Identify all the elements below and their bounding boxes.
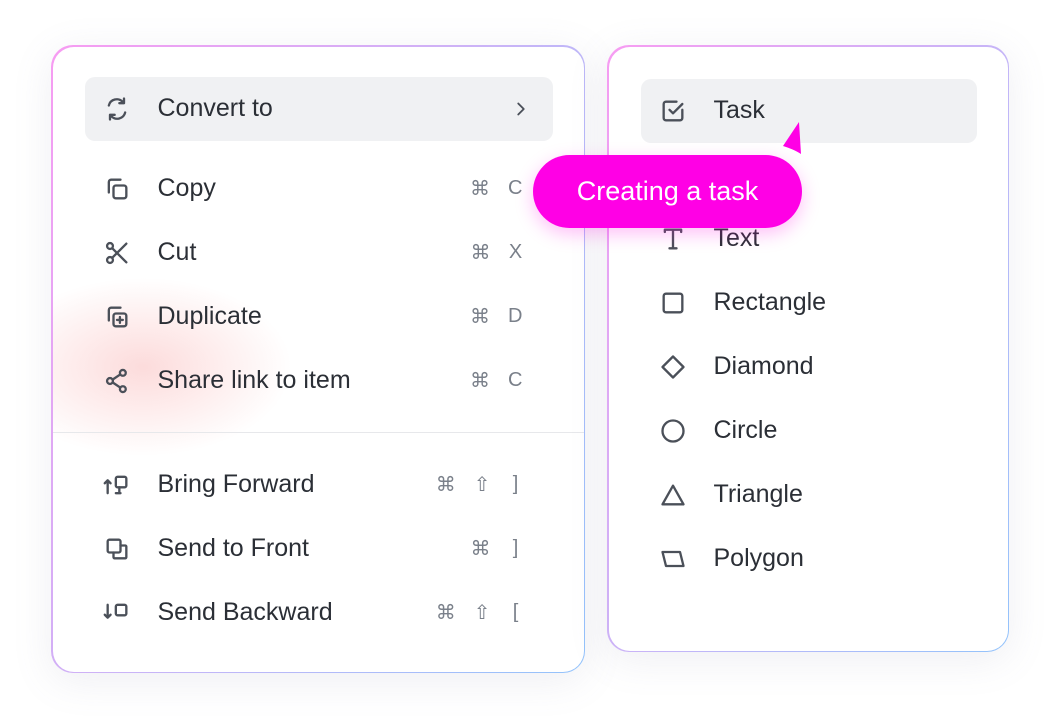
shortcut-key: D — [508, 305, 523, 327]
shortcut: ⌘ X — [471, 240, 523, 265]
polygon-icon — [657, 543, 689, 575]
menu-item-label: Share link to item — [157, 366, 351, 394]
share-icon — [101, 365, 133, 397]
shortcut-key: X — [508, 241, 523, 263]
shortcut-key: ⌘ — [470, 538, 491, 560]
menu-item-rectangle[interactable]: Rectangle — [641, 271, 977, 335]
menu-item-convert-to[interactable]: Convert to — [84, 76, 553, 141]
menu-item-label: Send to Front — [157, 534, 309, 562]
shortcut-key: ⌘ — [470, 370, 491, 392]
menu-item-circle[interactable]: Circle — [641, 399, 977, 463]
shortcut-key: C — [508, 177, 523, 199]
menu-item-label: Circle — [713, 416, 778, 444]
duplicate-icon — [101, 301, 133, 333]
shortcut-key: ] — [512, 537, 519, 559]
shortcut-key: ⇧ — [473, 602, 491, 624]
menu-item-label: Polygon — [713, 544, 804, 572]
menu-item-polygon[interactable]: Polygon — [641, 527, 977, 591]
triangle-icon — [657, 479, 689, 511]
shortcut-key: ⌘ — [435, 474, 456, 496]
menu-item-cut[interactable]: Cut ⌘ X — [85, 221, 553, 285]
copy-icon — [101, 173, 133, 205]
rectangle-icon — [657, 287, 689, 319]
shortcut-key: ⇧ — [473, 474, 491, 496]
menu-item-duplicate[interactable]: Duplicate ⌘ D — [85, 285, 553, 349]
shortcut-key: ⌘ — [435, 602, 456, 624]
shortcut-key: ] — [512, 473, 519, 495]
menu-item-label: Task — [713, 96, 765, 124]
checkbox-icon — [657, 95, 689, 127]
shortcut-key: C — [508, 369, 523, 391]
tooltip: Creating a task — [533, 155, 802, 228]
menu-item-label: Send Backward — [157, 598, 333, 626]
menu-item-triangle[interactable]: Triangle — [641, 463, 977, 527]
menu-item-label: Rectangle — [713, 288, 827, 316]
convert-submenu: TaskNoteTextRectangleDiamondCircleTriang… — [607, 45, 1009, 652]
bring-forward-icon — [101, 469, 133, 501]
menu-item-label: Bring Forward — [157, 470, 315, 498]
menu-item-label: Triangle — [713, 480, 803, 508]
context-menu: Convert to Copy ⌘ C Cut ⌘ X Duplicate ⌘ D Share l… — [51, 45, 585, 673]
menu-item-share-link-to-item[interactable]: Share link to item ⌘ C — [85, 349, 553, 413]
shortcut: ⌘ C — [470, 176, 522, 201]
menu-item-send-to-front[interactable]: Send to Front ⌘] — [85, 517, 553, 581]
menu-item-bring-forward[interactable]: Bring Forward ⌘ ⇧] — [85, 453, 553, 517]
shortcut: ⌘ C — [470, 368, 522, 393]
menu-divider — [52, 431, 584, 433]
send-backward-icon — [101, 597, 133, 629]
shortcut: ⌘ D — [470, 304, 522, 329]
convert-icon — [101, 93, 133, 125]
circle-icon — [657, 415, 689, 447]
scissors-icon — [101, 237, 133, 269]
diamond-icon — [657, 351, 689, 383]
shortcut: ⌘] — [471, 536, 523, 561]
menu-item-label: Diamond — [713, 352, 814, 380]
menu-item-label: Cut — [157, 238, 197, 266]
menu-item-label: Duplicate — [157, 302, 262, 330]
menu-item-label: Text — [713, 224, 760, 252]
shortcut-key: ⌘ — [470, 178, 491, 200]
menu-item-label: Copy — [157, 174, 216, 202]
menu-item-task[interactable]: Task — [640, 78, 977, 143]
menu-item-send-backward[interactable]: Send Backward ⌘ ⇧ [ — [85, 581, 553, 645]
menu-item-label: Convert to — [157, 94, 273, 122]
shortcut: ⌘ ⇧] — [436, 472, 523, 497]
shortcut: ⌘ ⇧ [ — [436, 600, 523, 625]
cursor-pointer-icon — [783, 122, 801, 154]
shortcut-key: ⌘ — [470, 306, 491, 328]
shortcut-key: [ — [512, 601, 519, 623]
shortcut-key: ⌘ — [470, 242, 491, 264]
chevron-right-icon — [505, 93, 537, 125]
menu-item-diamond[interactable]: Diamond — [641, 335, 977, 399]
send-to-front-icon — [101, 533, 133, 565]
menu-item-copy[interactable]: Copy ⌘ C — [85, 157, 553, 221]
